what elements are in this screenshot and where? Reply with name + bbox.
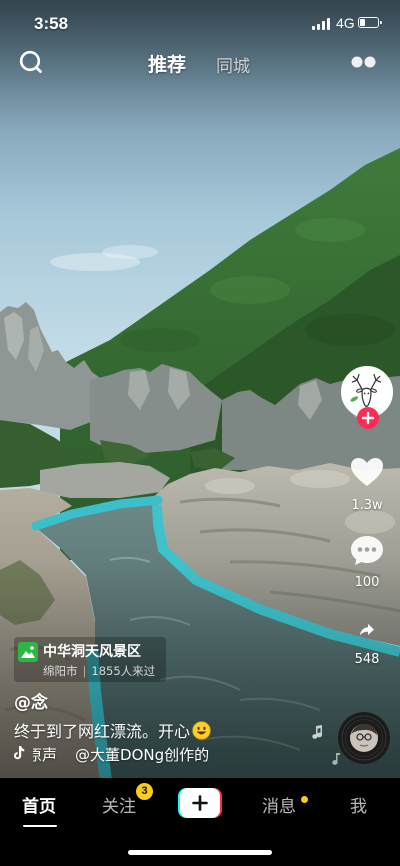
tab-recommend[interactable]: 推荐 bbox=[148, 50, 186, 77]
home-indicator[interactable] bbox=[128, 850, 272, 855]
location-visitors: 1855人来过 bbox=[91, 664, 156, 678]
caption-text: 终于到了网红漂流。开心 bbox=[14, 722, 191, 741]
nav-home[interactable]: 首页 bbox=[22, 792, 56, 817]
comment-icon[interactable] bbox=[349, 533, 385, 567]
share-count: 548 bbox=[354, 652, 380, 667]
like-count: 1.3w bbox=[351, 498, 383, 513]
music-marquee[interactable]: 原声 @大董DONg创作的 bbox=[33, 744, 218, 764]
author-name[interactable]: @念 bbox=[14, 688, 48, 713]
video-caption: 终于到了网红漂流。开心 bbox=[14, 718, 211, 742]
music-disc-icon[interactable] bbox=[338, 712, 390, 764]
location-tag[interactable]: 中华洞天风景区 绵阳市 | 1855人来过 bbox=[14, 637, 166, 682]
tab-nearby[interactable]: 同城 bbox=[216, 52, 250, 77]
music-note-float-icon bbox=[332, 753, 340, 765]
battery-icon bbox=[358, 17, 382, 28]
following-badge: 3 bbox=[136, 783, 153, 800]
location-city: 绵阳市 bbox=[43, 664, 78, 678]
music-title: 原声 bbox=[33, 746, 58, 764]
create-plus-icon bbox=[192, 795, 208, 811]
comment-count: 100 bbox=[354, 575, 380, 590]
location-name: 中华洞天风景区 bbox=[43, 644, 141, 660]
more-dots-icon[interactable] bbox=[351, 56, 377, 68]
landscape-icon bbox=[18, 642, 38, 662]
messages-dot bbox=[301, 796, 308, 803]
status-time: 3:58 bbox=[34, 14, 69, 33]
nav-messages[interactable]: 消息 bbox=[262, 792, 296, 817]
grinning-face-emoji-icon bbox=[192, 720, 211, 740]
search-icon[interactable] bbox=[18, 49, 44, 75]
network-type: 4G bbox=[336, 15, 355, 31]
location-subtitle: 绵阳市 | 1855人来过 bbox=[43, 663, 155, 679]
music-note-icon bbox=[14, 746, 25, 760]
nav-profile[interactable]: 我 bbox=[350, 792, 367, 817]
battery-level bbox=[360, 19, 365, 26]
follow-plus-icon[interactable] bbox=[357, 407, 379, 429]
music-note-float-icon bbox=[312, 725, 322, 739]
nav-following[interactable]: 关注 bbox=[102, 792, 136, 817]
nav-active-indicator bbox=[23, 825, 57, 827]
music-creator: @大董DONg创作的 bbox=[75, 746, 210, 764]
signal-bars-icon bbox=[312, 18, 332, 30]
create-button[interactable] bbox=[178, 788, 222, 818]
share-icon[interactable] bbox=[359, 623, 375, 637]
heart-icon[interactable] bbox=[349, 456, 385, 488]
location-separator: | bbox=[82, 664, 87, 678]
